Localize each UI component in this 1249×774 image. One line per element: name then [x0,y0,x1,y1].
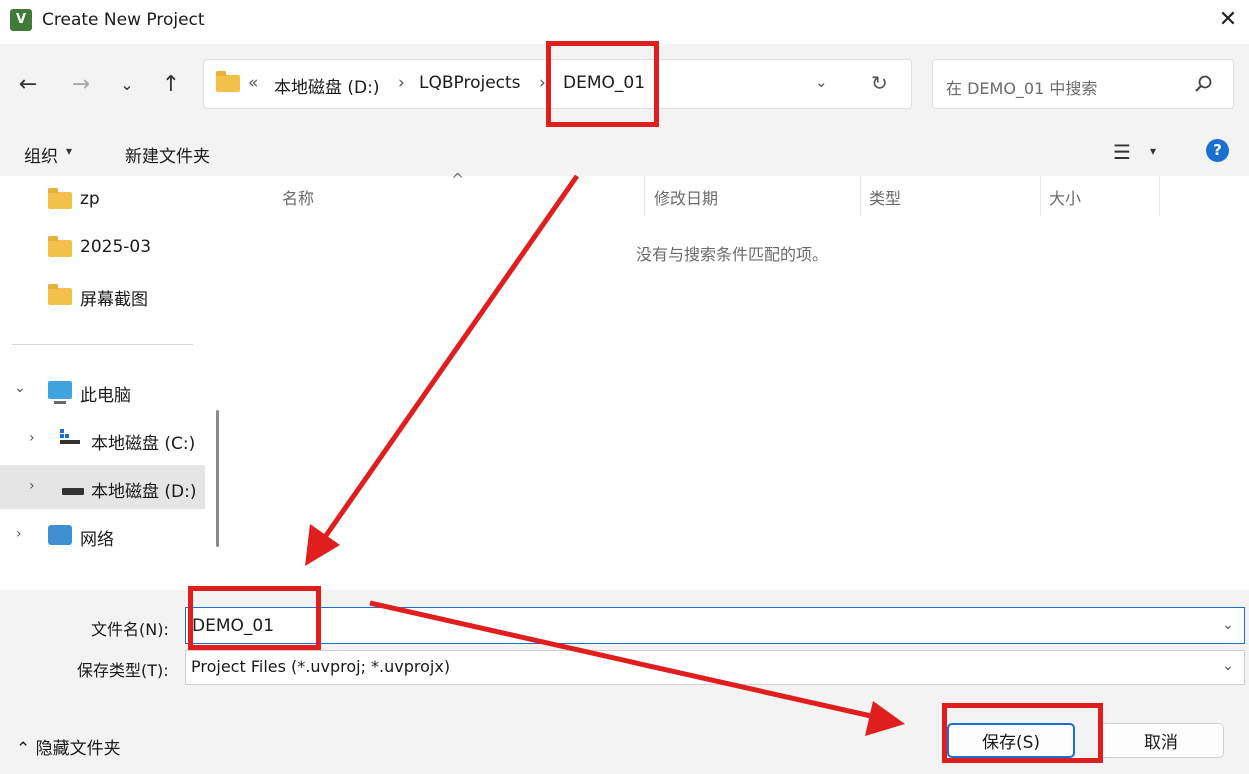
network-icon [48,525,72,545]
breadcrumb-lqbprojects[interactable]: LQBProjects [419,73,521,93]
breadcrumb-overflow[interactable]: « [248,73,258,93]
computer-icon [48,381,72,404]
sidebar-divider [12,344,193,345]
expand-chevron-icon[interactable]: ⌄ [14,380,26,396]
filename-label: 文件名(N): [91,620,169,639]
windows-drive-icon [60,429,80,444]
chevron-up-icon: ⌃ [16,739,31,759]
view-dropdown-icon[interactable]: ▾ [1150,144,1156,158]
close-icon[interactable]: ✕ [1214,6,1242,34]
organize-dropdown-icon[interactable]: ▾ [66,144,72,158]
recent-locations-chevron-icon[interactable]: ⌄ [112,70,142,100]
sidebar-item-label: 本地磁盘 (D:) [91,482,197,502]
folder-icon [48,236,72,257]
breadcrumb-drive-d[interactable]: 本地磁盘 (D:) [274,73,380,98]
column-header-type[interactable]: 类型 [869,185,901,209]
filetype-dropdown-icon[interactable]: ⌄ [1222,658,1234,674]
hide-folders-label: 隐藏文件夹 [35,739,121,759]
breadcrumb-demo01[interactable]: DEMO_01 [563,73,645,93]
column-header-name[interactable]: 名称 [282,185,314,209]
new-folder-button[interactable]: 新建文件夹 [125,142,210,167]
filename-input[interactable] [185,607,1245,644]
column-separator[interactable] [860,176,861,216]
sidebar-item-label: 2025-03 [80,237,152,257]
expand-chevron-icon[interactable]: › [16,526,22,542]
up-arrow-icon[interactable]: ↑ [156,70,186,100]
column-header-size[interactable]: 大小 [1049,185,1081,209]
drive-icon [62,488,84,495]
column-separator[interactable] [1040,176,1041,216]
back-arrow-icon[interactable]: ← [13,70,43,100]
sidebar-item-label: 此电脑 [80,386,131,406]
folder-icon [48,188,72,209]
hide-folders-toggle[interactable]: ⌃ 隐藏文件夹 [16,734,121,759]
breadcrumb-separator[interactable]: › [539,73,546,93]
sidebar-item-label: zp [80,189,100,209]
search-icon[interactable] [1191,72,1215,96]
search-placeholder[interactable]: 在 DEMO_01 中搜索 [946,75,1097,99]
view-options-icon[interactable]: ☰ [1113,140,1131,164]
filename-dropdown-icon[interactable]: ⌄ [1222,617,1234,633]
address-dropdown-icon[interactable]: ⌄ [815,73,828,91]
refresh-icon[interactable]: ↻ [871,71,888,95]
sidebar-scrollbar-thumb[interactable] [216,410,219,547]
sidebar-item-zp[interactable] [0,178,205,222]
filetype-label: 保存类型(T): [77,661,169,680]
save-button[interactable]: 保存(S) [947,723,1075,758]
cancel-button[interactable]: 取消 [1098,723,1224,758]
breadcrumb-separator[interactable]: › [398,73,405,93]
file-list [233,176,1249,590]
empty-folder-message: 没有与搜索条件匹配的项。 [636,245,829,264]
sidebar-item-label: 屏幕截图 [80,290,148,310]
folder-icon [48,284,72,305]
expand-chevron-icon[interactable]: › [29,430,35,446]
sort-ascending-icon: ^ [451,170,465,189]
help-icon[interactable]: ? [1206,139,1229,162]
sidebar-item-label: 本地磁盘 (C:) [91,434,196,454]
column-separator[interactable] [644,176,645,216]
column-header-date-modified[interactable]: 修改日期 [654,185,718,209]
organize-menu[interactable]: 组织 [24,142,58,167]
expand-chevron-icon[interactable]: › [29,478,35,494]
folder-icon [216,71,240,92]
forward-arrow-icon[interactable]: → [66,70,96,100]
app-icon: V [10,9,32,31]
window-title: Create New Project [42,10,205,30]
sidebar-item-label: 网络 [80,530,114,550]
filetype-selected-value[interactable]: Project Files (*.uvproj; *.uvprojx) [191,657,450,676]
column-separator[interactable] [1159,176,1160,216]
